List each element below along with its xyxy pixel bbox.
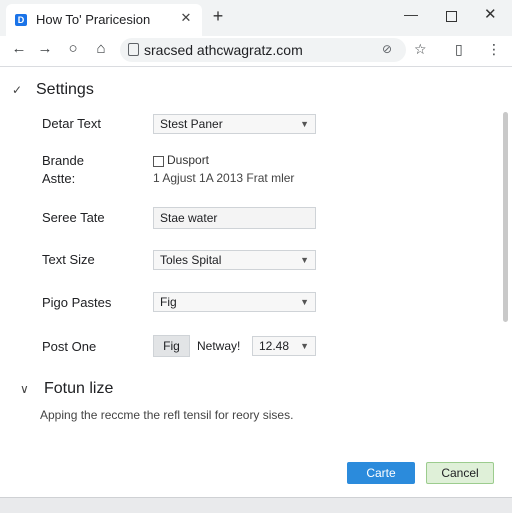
chevron-down-icon: ▼ [300,119,309,129]
bookmark-star-icon[interactable]: ☆ [414,41,427,58]
netway-label: Netway! [197,339,241,353]
post-one-label: Post One [42,339,97,354]
pigo-pastes-value: Fig [160,295,177,309]
menu-icon[interactable]: ⋮ [487,41,501,58]
chevron-down-icon: ∨ [20,382,29,396]
astte-value: 1 Agjust 1A 2013 Frat mler [153,171,295,185]
browser-toolbar: ← → ○ ⌂ sracsed athcwagratz.com ⊘ ☆ ▯ ⋮ [0,36,512,67]
fotun-description: Apping the reccme the refl tensil for re… [40,408,294,422]
chevron-down-icon: ▼ [300,341,309,351]
back-arrow-icon[interactable]: ← [10,40,28,57]
address-bar[interactable]: sracsed athcwagratz.com ⊘ [120,38,406,62]
default-text-value: Stest Paner [160,117,223,131]
window-minimize-icon[interactable]: — [404,6,418,22]
post-one-number-value: 12.48 [259,339,290,353]
default-text-select[interactable]: Stest Paner ▼ [153,114,316,134]
site-favicon-icon: D [15,14,27,26]
seree-tate-label: Seree Tate [42,210,105,225]
chevron-down-icon: ▼ [300,297,309,307]
text-size-label: Text Size [42,252,95,267]
home-icon[interactable]: ⌂ [92,40,110,57]
brande-label: Brande [42,153,84,168]
text-size-value: Toles Spital [160,253,222,267]
translate-icon[interactable]: ⊘ [382,42,392,56]
scrollbar[interactable] [503,112,508,322]
seree-tate-value: Stae water [160,211,218,225]
settings-title: Settings [36,81,94,98]
window-close-icon[interactable]: ✕ [484,5,497,23]
dusport-checkbox-label: Dusport [167,153,210,167]
browser-tab-bar: D How To' Praricesion ✕ + — ✕ [0,0,512,36]
carte-button[interactable]: Carte [347,462,415,484]
sidebar-icon[interactable]: ▯ [455,41,463,58]
pigo-pastes-label: Pigo Pastes [42,295,112,310]
fotun-title: Fotun lize [44,380,114,397]
forward-arrow-icon[interactable]: → [36,40,54,57]
fotun-section-header[interactable]: ∨ Fotun lize [20,380,113,398]
chevron-down-icon: ▼ [300,255,309,265]
text-size-select[interactable]: Toles Spital ▼ [153,250,316,270]
window-bottom-edge [0,497,512,513]
pigo-pastes-select[interactable]: Fig ▼ [153,292,316,312]
default-text-label: Detar Text [42,116,102,131]
reload-icon[interactable]: ○ [64,40,82,57]
cancel-button[interactable]: Cancel [426,462,494,484]
settings-section-header[interactable]: ✓ Settings [12,81,94,99]
post-one-fig-button[interactable]: Fig [153,335,190,357]
lock-icon [128,43,139,56]
tab-title: How To' Praricesion [36,12,151,27]
chevron-down-icon: ✓ [12,83,23,97]
astte-label: Astte: [42,171,76,186]
window-maximize-icon[interactable] [446,11,457,22]
browser-tab[interactable]: D How To' Praricesion ✕ [6,4,202,36]
seree-tate-input[interactable]: Stae water [153,207,316,229]
settings-page: ✓ Settings Detar Text Stest Paner ▼ Brand… [0,67,512,497]
new-tab-button[interactable]: + [208,6,228,27]
tab-close-icon[interactable]: ✕ [178,10,194,26]
address-url[interactable]: sracsed athcwagratz.com [144,42,303,58]
post-one-number-select[interactable]: 12.48 ▼ [252,336,316,356]
dusport-checkbox[interactable] [153,156,164,167]
